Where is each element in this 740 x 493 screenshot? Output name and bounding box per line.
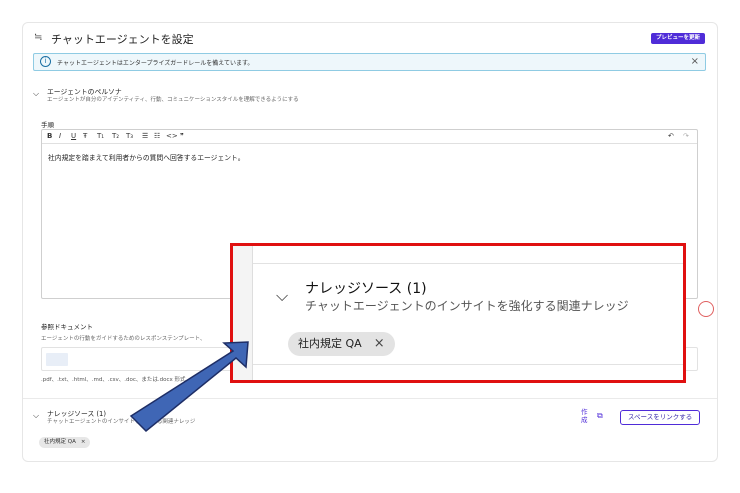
numbered-list-button[interactable]: ☷ bbox=[154, 132, 160, 140]
heading2-button[interactable]: T₂ bbox=[112, 132, 119, 140]
italic-button[interactable]: I bbox=[59, 132, 61, 140]
banner-text: チャットエージェントはエンタープライズガードレールを備えています。 bbox=[57, 60, 254, 67]
file-types-hint: .pdf、.txt、.html、.md、.csv、.doc、または.docx 形… bbox=[41, 377, 186, 383]
zoom-callout: ⌵ ナレッジソース (1) チャットエージェントのインサイトを強化する関連ナレッ… bbox=[230, 243, 686, 383]
instructions-text[interactable]: 社内規定を踏まえて利用者からの質問へ回答するエージェント。 bbox=[48, 152, 245, 162]
page-title: チャットエージェントを設定 bbox=[51, 33, 194, 46]
bullet-list-button[interactable]: ☰ bbox=[142, 132, 148, 140]
chip-label: 社内規定 QA bbox=[298, 337, 362, 350]
knowledge-subtitle: チャットエージェントのインサイトを強化する関連ナレッジ bbox=[47, 419, 196, 425]
close-icon[interactable]: × bbox=[81, 439, 86, 445]
chevron-down-icon[interactable]: ⌵ bbox=[33, 89, 39, 99]
external-link-icon[interactable]: ⧉ bbox=[597, 411, 603, 421]
persona-subtitle: エージェントが自分のアイデンティティ、行動、コミュニケーションスタイルを理解でき… bbox=[47, 97, 299, 103]
chip-label: 社内規定 QA bbox=[44, 439, 76, 445]
reference-docs-label: 参照ドキュメント bbox=[41, 323, 93, 331]
card-header: ≒ チャットエージェントを設定 プレビューを更新 bbox=[23, 23, 717, 51]
underline-button[interactable]: U bbox=[71, 132, 76, 140]
warning-ring-icon bbox=[698, 301, 714, 317]
document-icon bbox=[46, 353, 68, 366]
divider bbox=[253, 364, 683, 365]
zoom-knowledge-chip[interactable]: 社内規定 QA × bbox=[288, 332, 395, 356]
instructions-label: 手順 bbox=[41, 121, 54, 129]
create-link[interactable]: 作成 bbox=[581, 408, 589, 424]
heading3-button[interactable]: T₃ bbox=[126, 132, 133, 140]
zoom-knowledge-title: ナレッジソース (1) bbox=[305, 281, 427, 297]
agent-settings-card: ≒ チャットエージェントを設定 プレビューを更新 i チャットエージェントはエン… bbox=[22, 22, 718, 462]
editor-toolbar: B I U Ŧ T₁ T₂ T₃ ☰ ☷ <> ❞ ↶ ↷ bbox=[42, 130, 697, 144]
strikethrough-button[interactable]: Ŧ bbox=[83, 132, 87, 140]
heading1-button[interactable]: T₁ bbox=[97, 132, 104, 140]
code-button[interactable]: <> bbox=[166, 132, 178, 140]
redo-icon[interactable]: ↷ bbox=[683, 132, 689, 140]
knowledge-chip[interactable]: 社内規定 QA × bbox=[39, 437, 91, 448]
zoom-knowledge-subtitle: チャットエージェントのインサイトを強化する関連ナレッジ bbox=[305, 299, 629, 313]
sliders-icon: ≒ bbox=[34, 32, 43, 43]
divider bbox=[23, 398, 717, 399]
info-banner: i チャットエージェントはエンタープライズガードレールを備えています。 × bbox=[33, 53, 706, 71]
link-space-button[interactable]: スペースをリンクする bbox=[620, 410, 701, 425]
bold-button[interactable]: B bbox=[47, 132, 52, 140]
reference-docs-subtitle: エージェントの行動をガイドするためのレスポンステンプレート、 bbox=[41, 336, 206, 342]
refresh-preview-button[interactable]: プレビューを更新 bbox=[650, 33, 705, 44]
close-icon[interactable]: × bbox=[374, 336, 385, 351]
divider bbox=[253, 263, 683, 264]
undo-icon[interactable]: ↶ bbox=[668, 132, 674, 140]
close-icon[interactable]: × bbox=[691, 56, 699, 67]
quote-button[interactable]: ❞ bbox=[180, 132, 184, 140]
page: ≒ チャットエージェントを設定 プレビューを更新 i チャットエージェントはエン… bbox=[0, 0, 740, 493]
info-icon: i bbox=[40, 56, 51, 67]
zoom-gutter bbox=[233, 246, 253, 380]
chevron-down-icon[interactable]: ⌵ bbox=[33, 411, 39, 421]
chevron-down-icon[interactable]: ⌵ bbox=[276, 286, 288, 306]
